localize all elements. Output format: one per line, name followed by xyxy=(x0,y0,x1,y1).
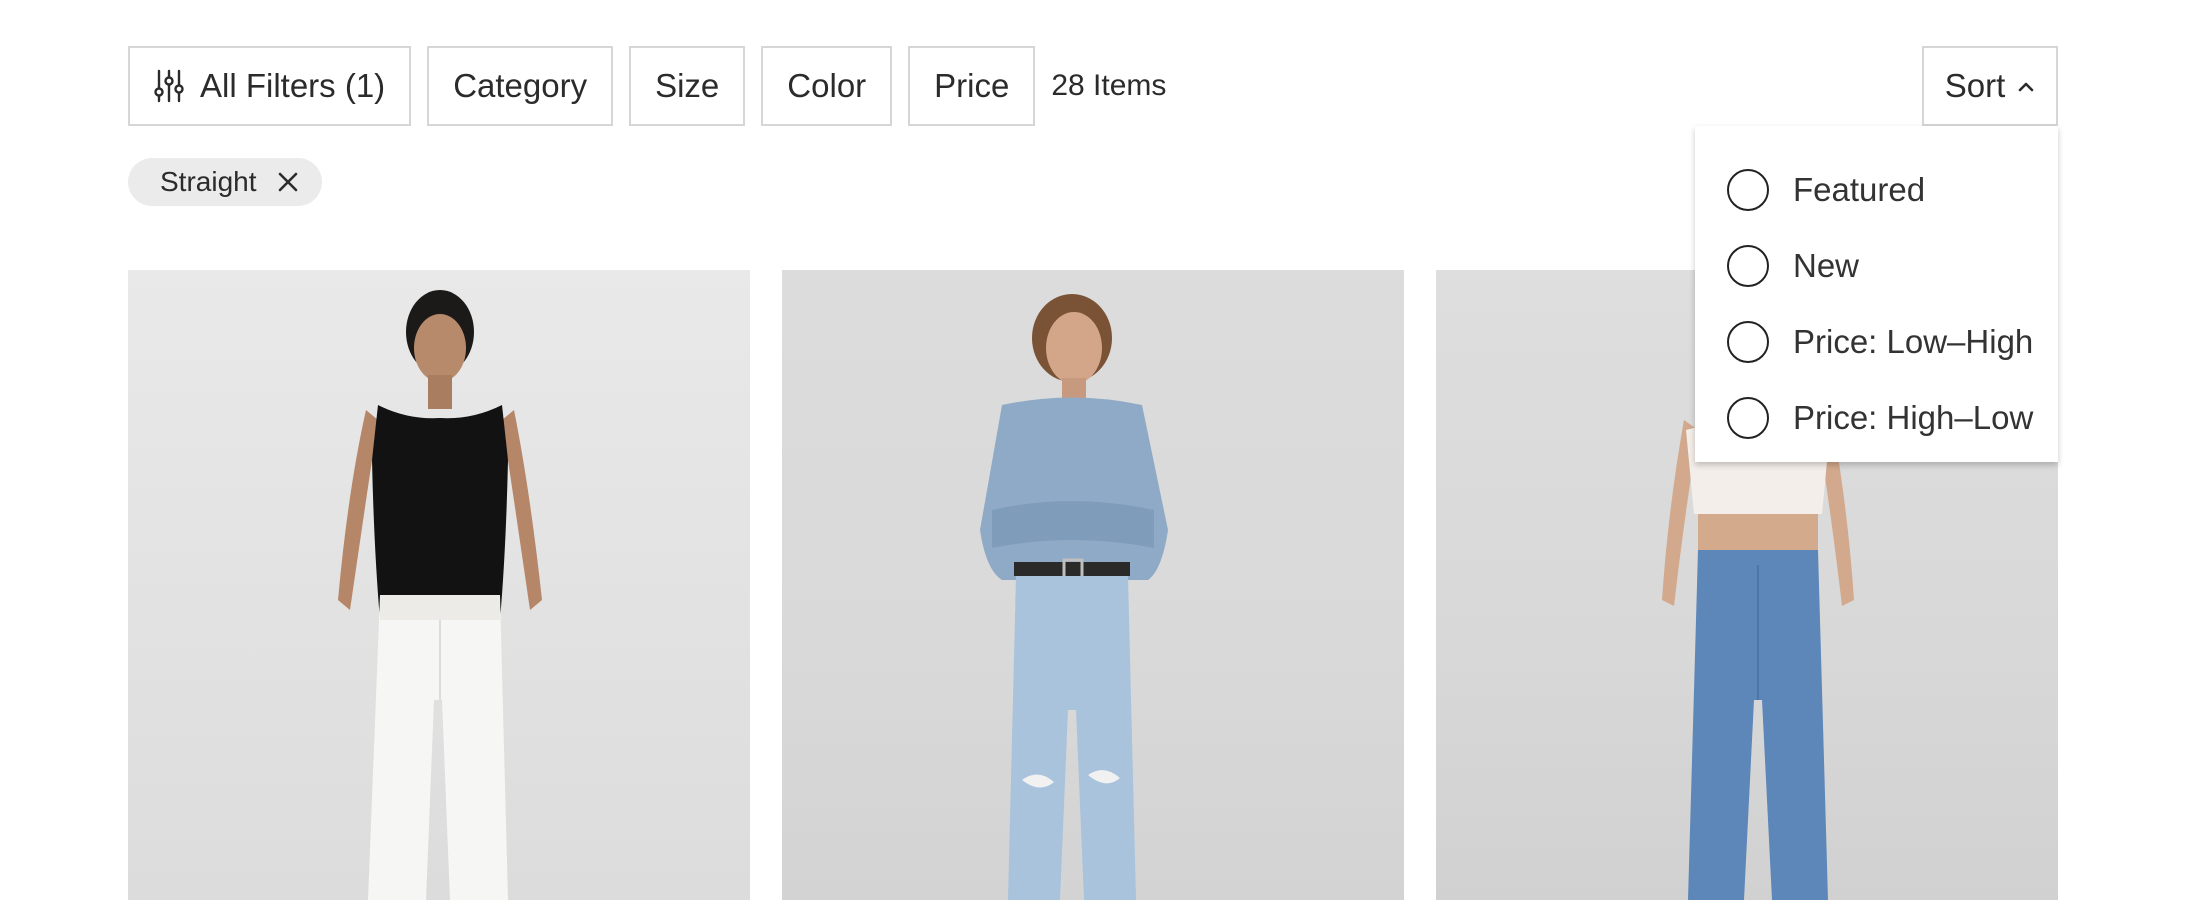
product-image xyxy=(980,294,1168,900)
product-listing-page: All Filters (1) Category Size Color Pric… xyxy=(0,0,2200,900)
size-filter-button[interactable]: Size xyxy=(629,46,746,126)
sort-label: Sort xyxy=(1944,67,2006,104)
sort-option-label: Price: High–Low xyxy=(1793,399,2034,436)
active-filter-chip: Straight xyxy=(128,158,322,206)
all-filters-button[interactable]: All Filters (1) xyxy=(128,46,412,126)
sort-dropdown-menu: Featured New Price: Low–High Price: High… xyxy=(1695,126,2058,462)
sort-option-label: Featured xyxy=(1793,171,1926,208)
chevron-up-icon xyxy=(2017,80,2035,92)
all-filters-label: All Filters (1) xyxy=(200,67,386,104)
radio-button[interactable] xyxy=(1727,169,1769,211)
sliders-icon xyxy=(154,69,184,103)
sort-option-price-low-high[interactable]: Price: Low–High xyxy=(1695,304,2058,380)
items-count: 28 Items xyxy=(1051,69,1167,102)
radio-button[interactable] xyxy=(1727,245,1769,287)
product-image xyxy=(338,290,542,900)
sort-option-label: Price: Low–High xyxy=(1793,323,2034,360)
close-icon[interactable] xyxy=(276,170,300,194)
sort-button[interactable]: Sort xyxy=(1922,46,2058,126)
sort-option-label: New xyxy=(1793,247,1860,284)
sort-option-new[interactable]: New xyxy=(1695,228,2058,304)
filter-bar: All Filters (1) Category Size Color Pric… xyxy=(128,46,1166,126)
radio-button[interactable] xyxy=(1727,321,1769,363)
sort-option-featured[interactable]: Featured xyxy=(1695,152,2058,228)
radio-button[interactable] xyxy=(1727,397,1769,439)
category-filter-button[interactable]: Category xyxy=(427,46,614,126)
price-filter-button[interactable]: Price xyxy=(908,46,1036,126)
color-filter-button[interactable]: Color xyxy=(761,46,893,126)
chip-label: Straight xyxy=(160,166,257,197)
sort-option-price-high-low[interactable]: Price: High–Low xyxy=(1695,380,2058,456)
product-card-2[interactable] xyxy=(782,270,1404,900)
product-card-1[interactable] xyxy=(128,270,750,900)
